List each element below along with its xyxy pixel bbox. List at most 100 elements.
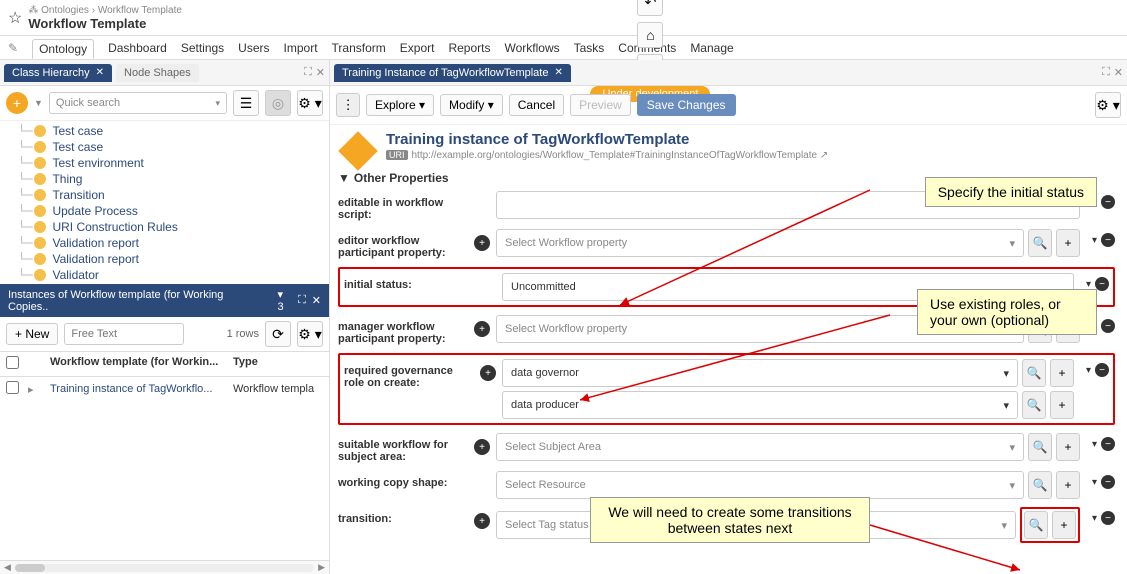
prop-label-editable: editable in workflow script: bbox=[338, 191, 468, 221]
add-button[interactable]: + bbox=[1050, 359, 1074, 387]
shape-select[interactable]: Select Resource▾ bbox=[496, 471, 1024, 499]
remove-icon[interactable]: − bbox=[1095, 277, 1109, 291]
remove-icon[interactable]: − bbox=[1101, 319, 1115, 333]
add-button[interactable]: + bbox=[1050, 391, 1074, 419]
undo-button[interactable]: ↶ bbox=[637, 0, 663, 16]
chevron-down-icon[interactable]: ▾ bbox=[1092, 439, 1097, 450]
remove-icon[interactable]: − bbox=[1101, 233, 1115, 247]
refresh-button[interactable]: ⟳ bbox=[265, 321, 291, 347]
prop-label-shape: working copy shape: bbox=[338, 471, 468, 489]
search-button[interactable]: 🔍 bbox=[1024, 511, 1048, 539]
remove-icon[interactable]: − bbox=[1101, 437, 1115, 451]
add-button[interactable]: + bbox=[1056, 433, 1080, 461]
prop-label-transition: transition: bbox=[338, 507, 468, 525]
cancel-button[interactable]: Cancel bbox=[509, 94, 564, 116]
tree-item[interactable]: └─Validation report bbox=[0, 235, 329, 251]
add-button[interactable]: + bbox=[1056, 229, 1080, 257]
tree-item[interactable]: └─Test case bbox=[0, 123, 329, 139]
tab-label: Training Instance of TagWorkflowTemplate bbox=[342, 67, 548, 79]
tree-item[interactable]: └─Test environment bbox=[0, 155, 329, 171]
instances-count: ▾ 3 bbox=[277, 288, 292, 313]
callout-transitions: We will need to create some transitions … bbox=[590, 497, 870, 543]
gov-role-2[interactable]: data producer▾ bbox=[502, 391, 1018, 419]
class-tree[interactable]: └─Test case└─Test case└─Test environment… bbox=[0, 121, 329, 284]
new-instance-button[interactable]: + New bbox=[6, 323, 58, 345]
search-button[interactable]: 🔍 bbox=[1028, 229, 1052, 257]
gov-role-1[interactable]: data governor▾ bbox=[502, 359, 1018, 387]
tree-item[interactable]: └─URI Construction Rules bbox=[0, 219, 329, 235]
table-row[interactable]: ▸ Training instance of TagWorkflo... Wor… bbox=[0, 377, 329, 401]
nav-ontology[interactable]: Ontology bbox=[32, 39, 94, 59]
remove-icon[interactable]: − bbox=[1101, 511, 1115, 525]
add-value-button[interactable]: + bbox=[474, 321, 490, 337]
editor-wf-select[interactable]: Select Workflow property▾ bbox=[496, 229, 1024, 257]
instance-icon bbox=[338, 131, 378, 171]
add-class-button[interactable]: + bbox=[6, 92, 28, 114]
tree-item[interactable]: └─Transition bbox=[0, 187, 329, 203]
instance-type: Workflow templa bbox=[233, 383, 323, 395]
chevron-down-icon[interactable]: ▼ bbox=[34, 98, 43, 108]
add-value-button[interactable]: + bbox=[474, 513, 490, 529]
chevron-down-icon[interactable]: ▾ bbox=[1086, 279, 1091, 290]
instance-link[interactable]: Training instance of TagWorkflo... bbox=[50, 383, 233, 395]
explore-button[interactable]: Explore ▾ bbox=[366, 94, 434, 116]
detail-settings-button[interactable]: ⚙ ▾ bbox=[1095, 92, 1121, 118]
expand-icon[interactable]: ⛶ bbox=[298, 294, 306, 307]
search-button[interactable]: 🔍 bbox=[1022, 391, 1046, 419]
expand-icon[interactable]: ⛶ bbox=[1102, 66, 1110, 79]
tree-item[interactable]: └─Thing bbox=[0, 171, 329, 187]
add-value-button[interactable]: + bbox=[480, 365, 496, 381]
instances-title: Instances of Workflow template (for Work… bbox=[8, 289, 265, 313]
tab-label: Node Shapes bbox=[124, 67, 191, 79]
remove-icon[interactable]: − bbox=[1101, 195, 1115, 209]
close-panel-icon[interactable]: ✕ bbox=[1114, 66, 1123, 79]
close-icon[interactable]: ✕ bbox=[312, 294, 321, 307]
col-name[interactable]: Workflow template (for Workin... bbox=[50, 356, 233, 372]
callout-roles: Use existing roles, or your own (optiona… bbox=[917, 289, 1097, 335]
external-link-icon[interactable]: ↗ bbox=[820, 150, 828, 161]
instance-uri: URIhttp://example.org/ontologies/Workflo… bbox=[386, 150, 828, 161]
home-button[interactable]: ⌂ bbox=[637, 22, 663, 48]
chevron-down-icon[interactable]: ▾ bbox=[1092, 235, 1097, 246]
remove-icon[interactable]: − bbox=[1101, 475, 1115, 489]
tree-item[interactable]: └─Validator bbox=[0, 267, 329, 283]
chevron-down-icon[interactable]: ▾ bbox=[1092, 477, 1097, 488]
prop-label-manager-wf: manager workflow participant property: bbox=[338, 315, 468, 345]
chevron-down-icon[interactable]: ▾ bbox=[1086, 365, 1091, 376]
close-icon[interactable]: ✕ bbox=[554, 67, 562, 78]
chevron-down-icon[interactable]: ▾ bbox=[1092, 513, 1097, 524]
save-button[interactable]: Save Changes bbox=[637, 94, 736, 116]
tab-instance-detail[interactable]: Training Instance of TagWorkflowTemplate… bbox=[334, 64, 571, 82]
add-value-button[interactable]: + bbox=[474, 235, 490, 251]
tab-label: Class Hierarchy bbox=[12, 67, 90, 79]
remove-icon[interactable]: − bbox=[1095, 363, 1109, 377]
breadcrumb: ⁂ Ontologies › Workflow Template bbox=[28, 5, 182, 16]
subject-select[interactable]: Select Subject Area▾ bbox=[496, 433, 1024, 461]
add-value-button[interactable]: + bbox=[474, 439, 490, 455]
row-checkbox[interactable] bbox=[6, 381, 19, 394]
h-scrollbar[interactable]: ◀▶ bbox=[0, 560, 329, 574]
instance-title: Training instance of TagWorkflowTemplate bbox=[386, 131, 828, 148]
grid-settings-button[interactable]: ⚙ ▾ bbox=[297, 321, 323, 347]
tree-item[interactable]: └─Test case bbox=[0, 139, 329, 155]
grid-header: Workflow template (for Workin... Type bbox=[0, 352, 329, 377]
close-icon[interactable]: ✕ bbox=[96, 67, 104, 78]
star-icon[interactable]: ☆ bbox=[8, 8, 22, 28]
search-button[interactable]: 🔍 bbox=[1028, 471, 1052, 499]
nav-dashboard[interactable]: Dashboard bbox=[108, 39, 167, 57]
add-button[interactable]: + bbox=[1052, 511, 1076, 539]
page-title: Workflow Template bbox=[28, 16, 182, 31]
tab-class-hierarchy[interactable]: Class Hierarchy ✕ bbox=[4, 64, 112, 82]
tree-item[interactable]: └─Update Process bbox=[0, 203, 329, 219]
edit-icon[interactable]: ✎ bbox=[8, 41, 18, 55]
freetext-input[interactable] bbox=[64, 323, 184, 345]
menu-button[interactable]: ⋮ bbox=[336, 93, 360, 117]
modify-button[interactable]: Modify ▾ bbox=[440, 94, 503, 116]
search-button[interactable]: 🔍 bbox=[1028, 433, 1052, 461]
select-all-checkbox[interactable] bbox=[6, 356, 19, 369]
add-button[interactable]: + bbox=[1056, 471, 1080, 499]
tree-item[interactable]: └─Validation report bbox=[0, 251, 329, 267]
col-type[interactable]: Type bbox=[233, 356, 323, 372]
expand-row-icon[interactable]: ▸ bbox=[28, 383, 50, 396]
search-button[interactable]: 🔍 bbox=[1022, 359, 1046, 387]
